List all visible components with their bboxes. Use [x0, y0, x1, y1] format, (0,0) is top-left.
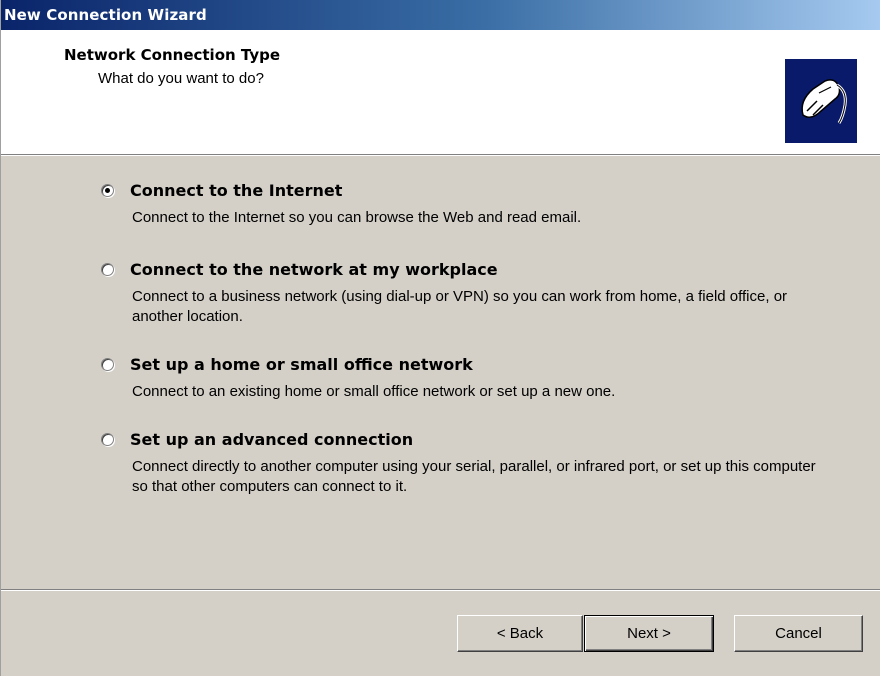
- option-description: Connect to an existing home or small off…: [132, 383, 616, 400]
- header-divider-highlight: [1, 155, 880, 156]
- option-description: Connect to a business network (using dia…: [132, 288, 788, 325]
- next-button[interactable]: Next >: [584, 615, 714, 652]
- option-description: Connect to the Internet so you can brows…: [132, 209, 582, 226]
- option-label[interactable]: Set up an advanced connection: [130, 430, 413, 449]
- page-title: Network Connection Type: [64, 46, 281, 64]
- page-subtitle: What do you want to do?: [98, 70, 264, 87]
- wizard-header: Network Connection Type What do you want…: [1, 30, 880, 154]
- window-title: New Connection Wizard: [4, 6, 207, 24]
- title-bar[interactable]: New Connection Wizard: [1, 0, 880, 30]
- footer-divider-highlight: [1, 590, 880, 591]
- network-cable-icon: [785, 59, 857, 143]
- radio-connect-workplace[interactable]: [101, 263, 114, 276]
- radio-home-network[interactable]: [101, 358, 114, 371]
- option-label[interactable]: Connect to the Internet: [130, 181, 342, 200]
- radio-advanced-connection[interactable]: [101, 433, 114, 446]
- cancel-button[interactable]: Cancel: [734, 615, 863, 652]
- wizard-window: New Connection Wizard Network Connection…: [0, 0, 880, 676]
- option-label[interactable]: Set up a home or small office network: [130, 355, 473, 374]
- option-label[interactable]: Connect to the network at my workplace: [130, 260, 498, 279]
- radio-connect-internet[interactable]: [101, 184, 114, 197]
- back-button[interactable]: < Back: [457, 615, 583, 652]
- radio-selected-dot: [105, 188, 110, 193]
- option-description: Connect directly to another computer usi…: [132, 458, 816, 495]
